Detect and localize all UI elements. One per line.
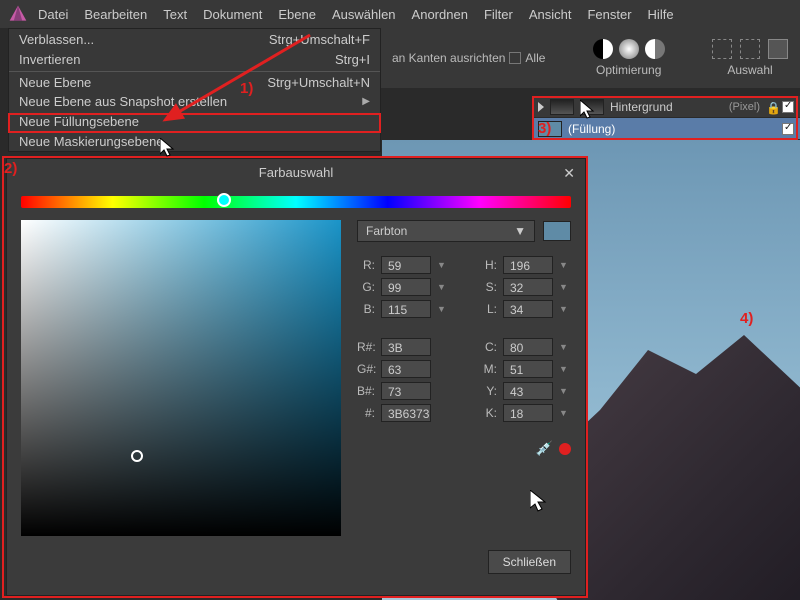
layer-thumb <box>550 99 574 115</box>
align-label: an Kanten ausrichten <box>392 51 505 65</box>
menu-ebene[interactable]: Ebene <box>278 7 316 22</box>
label: Neue Ebene aus Snapshot erstellen <box>19 94 227 109</box>
layer-type: (Pixel) <box>729 101 760 113</box>
k-label: K: <box>479 406 497 420</box>
menu-hilfe[interactable]: Hilfe <box>648 7 674 22</box>
g-input[interactable]: 99 <box>381 278 431 296</box>
rhex-input[interactable]: 3B <box>381 338 431 356</box>
menu-fenster[interactable]: Fenster <box>587 7 631 22</box>
selection-icon-1[interactable] <box>712 39 732 59</box>
menu-item-invertieren[interactable]: Invertieren Strg+I <box>9 49 380 69</box>
menubar: Datei Bearbeiten Text Dokument Ebene Aus… <box>0 0 800 28</box>
bhex-label: B#: <box>357 384 375 398</box>
blend-icon-1[interactable] <box>593 39 613 59</box>
menu-item-neue-ebene[interactable]: Neue Ebene Strg+Umschalt+N <box>9 71 380 91</box>
l-label: L: <box>479 302 497 316</box>
menu-bearbeiten[interactable]: Bearbeiten <box>84 7 147 22</box>
m-label: M: <box>479 362 497 376</box>
bhex-input[interactable]: 73 <box>381 382 431 400</box>
s-label: S: <box>479 280 497 294</box>
hex-input[interactable]: 3B6373 <box>381 404 431 422</box>
menu-item-snapshot[interactable]: Neue Ebene aus Snapshot erstellen ▶ <box>9 91 380 111</box>
color-mode-select[interactable]: Farbton▼ <box>357 220 535 242</box>
y-label: Y: <box>479 384 497 398</box>
accel: Strg+Umschalt+F <box>269 32 370 47</box>
dialog-title: Farbauswahl ✕ <box>7 159 585 186</box>
menu-item-verblassen[interactable]: Verblassen... Strg+Umschalt+F <box>9 29 380 49</box>
menu-ansicht[interactable]: Ansicht <box>529 7 572 22</box>
blend-icon-2[interactable] <box>619 39 639 59</box>
label: Verblassen... <box>19 32 94 47</box>
menu-filter[interactable]: Filter <box>484 7 513 22</box>
layer-row-hintergrund[interactable]: Hintergrund (Pixel) 🔒 <box>532 96 800 118</box>
rhex-label: R#: <box>357 340 375 354</box>
label: Neue Ebene <box>19 75 91 90</box>
hue-slider[interactable] <box>21 196 571 208</box>
close-button[interactable]: Schließen <box>488 550 571 574</box>
expand-icon[interactable] <box>538 102 544 112</box>
menu-anordnen[interactable]: Anordnen <box>412 7 468 22</box>
sample-dot-icon <box>559 443 571 455</box>
m-input[interactable]: 51 <box>503 360 553 378</box>
selection-icon-2[interactable] <box>740 39 760 59</box>
label: Invertieren <box>19 52 80 67</box>
g-label: G: <box>357 280 375 294</box>
menu-auswaehlen[interactable]: Auswählen <box>332 7 396 22</box>
selection-icon-3[interactable] <box>768 39 788 59</box>
menu-text[interactable]: Text <box>163 7 187 22</box>
close-icon[interactable]: ✕ <box>563 165 575 182</box>
r-input[interactable]: 59 <box>381 256 431 274</box>
layer-row-fuellung[interactable]: (Füllung) <box>532 118 800 140</box>
layer-name: (Füllung) <box>568 122 776 136</box>
blend-icon-3[interactable] <box>645 39 665 59</box>
menu-item-maskierungsebene[interactable]: Neue Maskierungsebene <box>9 131 380 151</box>
eyedropper-icon[interactable]: 💉 <box>536 440 553 457</box>
app-logo-icon <box>8 4 28 24</box>
sv-handle[interactable] <box>131 450 143 462</box>
layer-mask-thumb <box>580 99 604 115</box>
optimierung-label: Optimierung <box>596 63 661 77</box>
color-picker-dialog: Farbauswahl ✕ Farbton▼ R:59▼ H:196▼ G:99… <box>6 158 586 596</box>
menu-datei[interactable]: Datei <box>38 7 68 22</box>
k-input[interactable]: 18 <box>503 404 553 422</box>
layer-name: Hintergrund <box>610 100 723 114</box>
lock-icon[interactable]: 🔒 <box>766 101 776 113</box>
b-input[interactable]: 115 <box>381 300 431 318</box>
saturation-value-box[interactable] <box>21 220 341 536</box>
auswahl-label: Auswahl <box>727 63 772 77</box>
layer-thumb <box>538 121 562 137</box>
top-toolbar: an Kanten ausrichten Alle Optimierung Au… <box>380 28 800 88</box>
y-input[interactable]: 43 <box>503 382 553 400</box>
ebene-dropdown: Verblassen... Strg+Umschalt+F Invertiere… <box>8 28 381 152</box>
ghex-input[interactable]: 63 <box>381 360 431 378</box>
alle-checkbox[interactable] <box>509 52 521 64</box>
hex-label: #: <box>357 406 375 420</box>
color-swatch[interactable] <box>543 221 571 241</box>
c-input[interactable]: 80 <box>503 338 553 356</box>
visible-checkbox[interactable] <box>782 123 794 135</box>
ghex-label: G#: <box>357 362 375 376</box>
l-input[interactable]: 34 <box>503 300 553 318</box>
label: Neue Füllungsebene <box>19 114 139 129</box>
hue-handle[interactable] <box>217 193 231 207</box>
accel: Strg+I <box>335 52 370 67</box>
h-input[interactable]: 196 <box>503 256 553 274</box>
layers-panel: Hintergrund (Pixel) 🔒 (Füllung) <box>532 96 800 140</box>
h-label: H: <box>479 258 497 272</box>
r-label: R: <box>357 258 375 272</box>
alle-label: Alle <box>525 51 545 65</box>
b-label: B: <box>357 302 375 316</box>
label: Neue Maskierungsebene <box>19 134 164 149</box>
menu-dokument[interactable]: Dokument <box>203 7 262 22</box>
c-label: C: <box>479 340 497 354</box>
menu-item-fuellungsebene[interactable]: Neue Füllungsebene <box>9 111 380 131</box>
s-input[interactable]: 32 <box>503 278 553 296</box>
submenu-arrow-icon: ▶ <box>362 96 370 107</box>
visible-checkbox[interactable] <box>782 101 794 113</box>
accel: Strg+Umschalt+N <box>267 75 370 90</box>
